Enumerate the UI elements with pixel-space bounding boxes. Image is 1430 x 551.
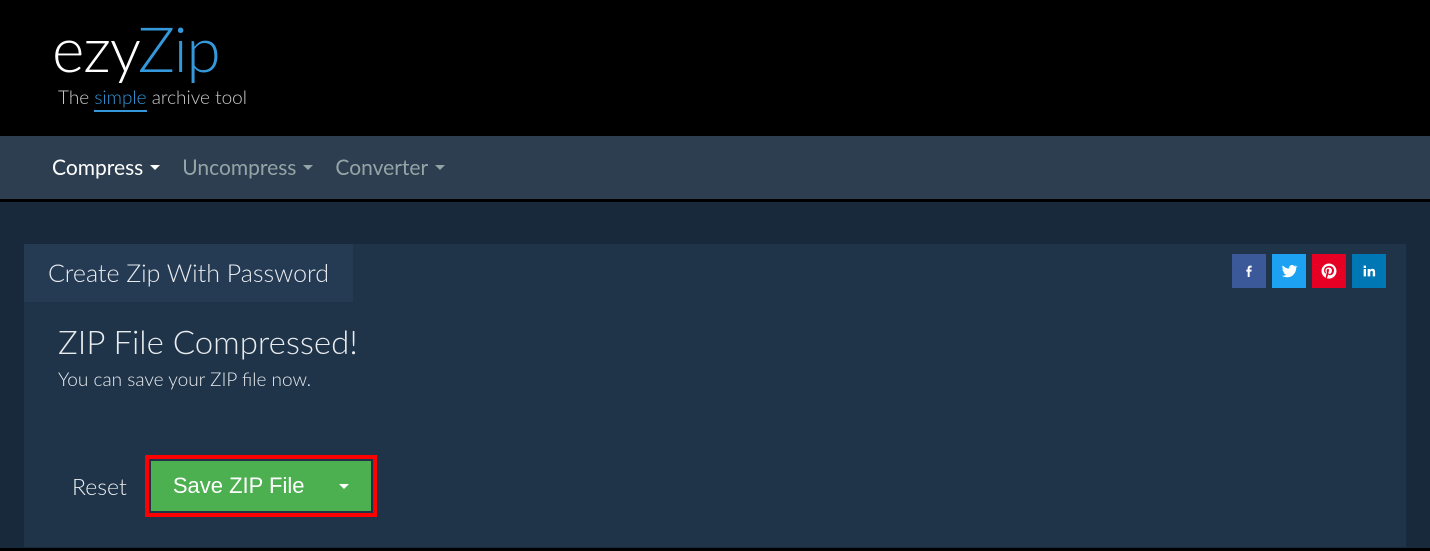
tagline-pre: The (58, 86, 94, 109)
reset-link[interactable]: Reset (72, 472, 127, 500)
caret-down-icon (339, 484, 349, 489)
save-zip-label: Save ZIP File (173, 473, 305, 499)
content-area: Create Zip With Password ZIP File Compre… (0, 202, 1430, 548)
caret-down-icon (303, 165, 313, 170)
tagline: The simple archive tool (58, 86, 1378, 109)
save-zip-button[interactable]: Save ZIP File (151, 461, 371, 511)
caret-down-icon (435, 165, 445, 170)
tagline-highlight: simple (94, 86, 146, 112)
caret-down-icon (150, 165, 160, 170)
site-header: ezyZip The simple archive tool (0, 0, 1430, 136)
pinterest-icon (1320, 262, 1338, 280)
share-twitter[interactable] (1272, 254, 1306, 288)
logo-text: ezyZip (52, 18, 1378, 80)
panel-tab-title: Create Zip With Password (24, 244, 353, 302)
linkedin-icon (1361, 263, 1377, 279)
status-subtext: You can save your ZIP file now. (24, 368, 1406, 399)
share-linkedin[interactable] (1352, 254, 1386, 288)
main-panel: Create Zip With Password ZIP File Compre… (24, 244, 1406, 547)
share-pinterest[interactable] (1312, 254, 1346, 288)
main-navbar: Compress Uncompress Converter (0, 136, 1430, 202)
twitter-icon (1280, 262, 1298, 280)
nav-uncompress[interactable]: Uncompress (182, 155, 313, 180)
save-button-highlight: Save ZIP File (145, 455, 377, 517)
logo[interactable]: ezyZip The simple archive tool (52, 18, 1378, 109)
nav-compress[interactable]: Compress (52, 155, 160, 180)
nav-uncompress-label: Uncompress (182, 155, 296, 180)
tagline-post: archive tool (147, 86, 247, 109)
nav-converter-label: Converter (335, 155, 428, 180)
facebook-icon (1241, 263, 1257, 279)
action-row: Reset Save ZIP File (24, 399, 1406, 517)
social-share (1232, 244, 1386, 288)
logo-part-ezy: ezy (52, 12, 138, 86)
nav-compress-label: Compress (52, 155, 143, 180)
panel-header-row: Create Zip With Password (24, 244, 1406, 302)
status-title: ZIP File Compressed! (24, 302, 1406, 368)
nav-converter[interactable]: Converter (335, 155, 445, 180)
share-facebook[interactable] (1232, 254, 1266, 288)
logo-part-zip: Zip (138, 12, 220, 86)
